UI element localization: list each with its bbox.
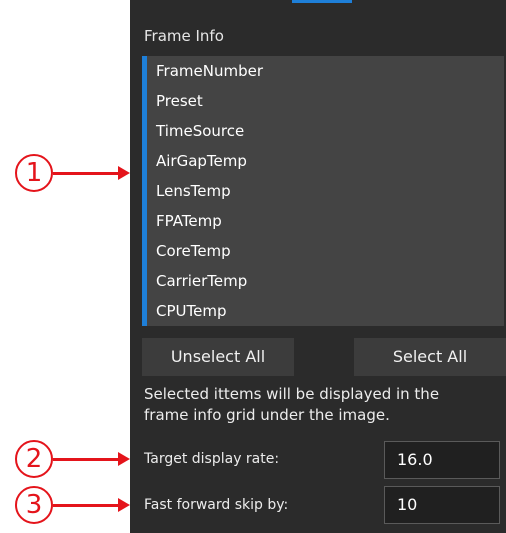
list-item[interactable]: Preset — [147, 86, 504, 116]
fast-forward-skip-label: Fast forward skip by: — [144, 497, 289, 513]
list-item[interactable]: LensTemp — [147, 176, 504, 206]
callout-2-marker: 2 — [15, 440, 53, 478]
callout-2-arrowhead — [118, 452, 130, 466]
list-item[interactable]: CarrierTemp — [147, 266, 504, 296]
active-tab-indicator — [292, 0, 352, 3]
callout-3-arrow — [53, 504, 119, 507]
section-title: Frame Info — [144, 27, 224, 45]
callout-2-arrow — [53, 458, 119, 461]
list-item[interactable]: CPUTemp — [147, 296, 504, 326]
fast-forward-skip-input[interactable]: 10 — [384, 486, 500, 524]
target-display-rate-label: Target display rate: — [144, 451, 280, 467]
callout-3-marker: 3 — [15, 486, 53, 524]
list-item[interactable]: FrameNumber — [147, 56, 504, 86]
selection-note: Selected ittems will be displayed in the… — [144, 385, 440, 424]
callout-1-marker: 1 — [15, 154, 53, 192]
callout-3-arrowhead — [118, 498, 130, 512]
callout-1-arrow — [53, 172, 119, 175]
frame-info-list[interactable]: FrameNumber Preset TimeSource AirGapTemp… — [142, 56, 504, 326]
list-item[interactable]: CoreTemp — [147, 236, 504, 266]
frame-info-panel: Frame Info FrameNumber Preset TimeSource… — [130, 0, 506, 533]
list-item[interactable]: AirGapTemp — [147, 146, 504, 176]
target-display-rate-input[interactable]: 16.0 — [384, 441, 500, 479]
list-item[interactable]: TimeSource — [147, 116, 504, 146]
callout-1-arrowhead — [118, 166, 130, 180]
select-all-button[interactable]: Select All — [354, 338, 506, 376]
unselect-all-button[interactable]: Unselect All — [142, 338, 294, 376]
list-item[interactable]: FPATemp — [147, 206, 504, 236]
